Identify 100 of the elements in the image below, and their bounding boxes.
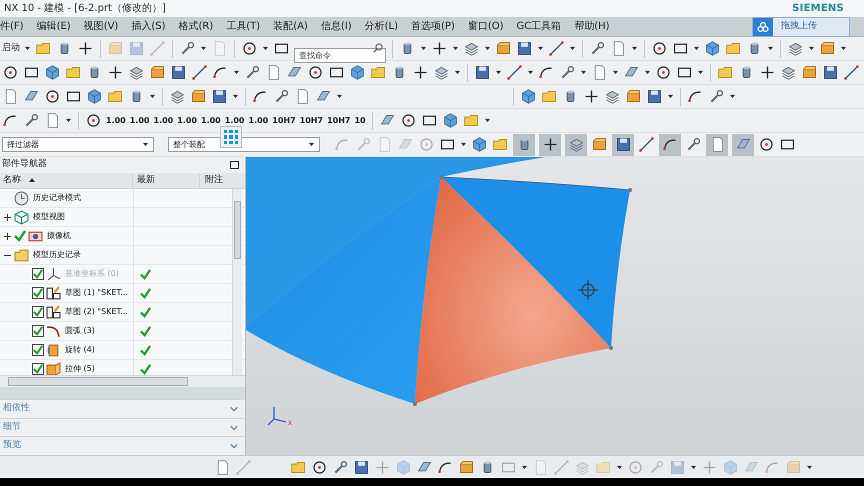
caret-icon[interactable]: [496, 70, 501, 75]
cube-icon[interactable]: [44, 64, 61, 81]
caret-icon[interactable]: [233, 94, 238, 99]
caret-icon[interactable]: [809, 46, 814, 51]
upload-button[interactable]: 拖拽上传: [752, 17, 850, 37]
caret-icon[interactable]: [698, 70, 703, 75]
caret-icon[interactable]: [421, 46, 426, 51]
plus-icon[interactable]: [412, 64, 429, 81]
cube-icon[interactable]: [86, 88, 103, 105]
wrench-icon[interactable]: [179, 40, 196, 57]
checkbox[interactable]: [32, 325, 44, 338]
menu-item[interactable]: 编辑(E): [36, 19, 71, 34]
circle-icon[interactable]: [2, 64, 19, 81]
folder-icon[interactable]: [462, 112, 480, 129]
menu-item[interactable]: 工具(T): [226, 19, 260, 34]
line-icon[interactable]: [506, 64, 523, 81]
cube-icon[interactable]: [349, 64, 366, 81]
expand-toggle[interactable]: [4, 214, 12, 221]
block-icon[interactable]: [819, 40, 836, 57]
tolerance-button[interactable]: 10H7: [272, 114, 296, 126]
menu-item[interactable]: 窗口(O): [468, 19, 504, 34]
caret-icon[interactable]: [337, 94, 342, 99]
caret-icon[interactable]: [581, 70, 586, 75]
caret-icon[interactable]: [694, 46, 699, 51]
tree-item[interactable]: 草图 (1) "SKET...: [65, 287, 128, 300]
caret-icon[interactable]: [768, 46, 773, 51]
vertical-scrollbar[interactable]: [232, 189, 242, 376]
plus-icon[interactable]: [583, 88, 600, 105]
column-header[interactable]: 最新: [137, 174, 155, 188]
menu-item[interactable]: 插入(S): [131, 19, 166, 34]
cube-icon[interactable]: [442, 112, 459, 129]
wrench-icon[interactable]: [559, 64, 576, 81]
menu-item[interactable]: 格式(R): [178, 19, 214, 34]
block-icon[interactable]: [495, 40, 512, 57]
layers-icon[interactable]: [787, 40, 804, 57]
horizontal-scrollbar[interactable]: [0, 375, 245, 387]
plus-icon[interactable]: [431, 40, 448, 57]
circle-icon[interactable]: [311, 458, 328, 476]
menu-item[interactable]: 装配(A): [273, 19, 308, 34]
tree-item[interactable]: 圆弧 (3): [65, 325, 95, 338]
caret-icon[interactable]: [461, 142, 466, 147]
line-icon[interactable]: [638, 136, 655, 153]
tolerance-button[interactable]: 1.00: [224, 114, 244, 126]
wrench-icon[interactable]: [708, 88, 725, 105]
caret-icon[interactable]: [613, 70, 618, 75]
circle-icon[interactable]: [655, 64, 672, 81]
circle-icon[interactable]: [307, 64, 324, 81]
tree-item[interactable]: 拉伸 (5): [65, 363, 95, 376]
layers-icon[interactable]: [128, 64, 145, 81]
visible-check-icon[interactable]: [14, 230, 26, 242]
layers-icon[interactable]: [433, 64, 450, 81]
column-header[interactable]: 名称: [3, 174, 21, 188]
block-icon[interactable]: [625, 88, 642, 105]
tree-item[interactable]: 历史记录模式: [33, 192, 81, 204]
toggle-button[interactable]: [539, 134, 561, 156]
cube-icon[interactable]: [520, 88, 537, 105]
wrench-icon[interactable]: [685, 136, 702, 153]
grid-icon[interactable]: [220, 126, 242, 148]
toggle-button[interactable]: [732, 134, 754, 156]
toggle-button[interactable]: [565, 134, 587, 156]
menu-item[interactable]: 首选项(P): [410, 19, 455, 34]
plus-icon[interactable]: [77, 40, 94, 57]
menu-item[interactable]: 件(F): [0, 19, 24, 34]
caret-icon[interactable]: [201, 46, 206, 51]
circle-icon[interactable]: [400, 112, 417, 129]
caret-icon[interactable]: [453, 46, 458, 51]
caret-icon[interactable]: [645, 70, 650, 75]
checkbox[interactable]: [32, 344, 44, 356]
circle-icon[interactable]: [241, 40, 258, 57]
tolerance-button[interactable]: 1.00: [201, 114, 221, 126]
menu-item[interactable]: 信息(I): [320, 19, 352, 34]
tree-item[interactable]: 模型视图: [33, 211, 65, 224]
line-icon[interactable]: [191, 64, 208, 81]
tree-item[interactable]: 模型历史记录: [33, 249, 81, 262]
tolerance-button[interactable]: 1.00: [177, 114, 197, 126]
wrench-icon[interactable]: [589, 40, 606, 57]
caret-icon[interactable]: [484, 118, 490, 123]
circle-icon[interactable]: [85, 112, 102, 129]
caret-icon[interactable]: [66, 118, 71, 123]
tolerance-button[interactable]: 1.00: [130, 114, 150, 126]
tree-item[interactable]: 摄像机: [47, 230, 71, 242]
caret-icon[interactable]: [150, 94, 155, 99]
caret-icon[interactable]: [538, 46, 543, 51]
caret-icon[interactable]: [632, 46, 637, 51]
plus-icon[interactable]: [107, 64, 124, 81]
caret-icon[interactable]: [570, 46, 575, 51]
block-icon[interactable]: [458, 458, 475, 476]
checkbox[interactable]: [32, 287, 44, 300]
toggle-button[interactable]: [659, 134, 681, 156]
wrench-icon[interactable]: [23, 112, 40, 129]
search-field[interactable]: 查找命令: [294, 48, 386, 63]
block-icon[interactable]: [591, 136, 608, 153]
block-icon[interactable]: [149, 64, 166, 81]
checkbox[interactable]: [32, 306, 44, 318]
toggle-button[interactable]: [513, 134, 535, 156]
filter-dropdown[interactable]: 择过滤器: [2, 137, 154, 152]
line-icon[interactable]: [548, 40, 565, 57]
block-icon[interactable]: [801, 64, 818, 81]
column-header[interactable]: 附注: [205, 174, 223, 188]
cube-icon[interactable]: [471, 136, 488, 153]
